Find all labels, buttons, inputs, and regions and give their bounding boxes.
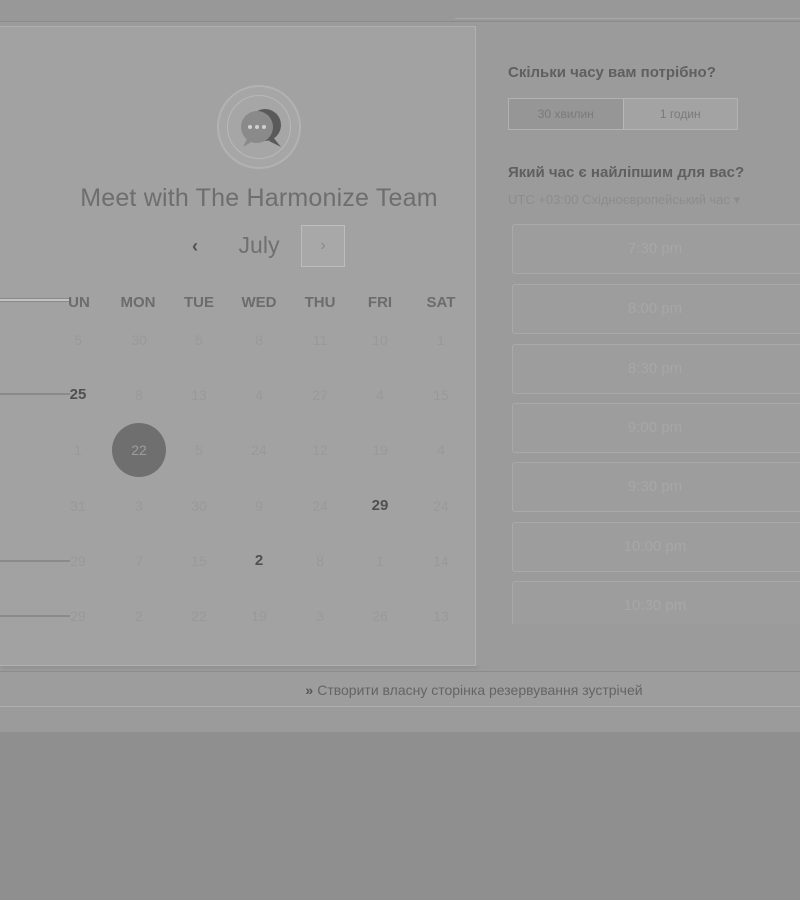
duration-option-30min[interactable]: 30 хвилин: [509, 99, 623, 129]
weekday-header: THU: [304, 294, 336, 311]
calendar-panel: Meet with The Harmonize Team ‹ July › UN…: [0, 26, 476, 666]
calendar-day[interactable]: 5: [171, 312, 227, 368]
calendar-day[interactable]: 11: [292, 312, 348, 368]
weekday-header: MON: [120, 294, 156, 311]
calendar-day[interactable]: 13: [171, 367, 227, 423]
calendar-day[interactable]: 10: [352, 312, 408, 368]
prev-month-button[interactable]: ‹: [180, 231, 210, 261]
time-slot-label: 9:30 pm: [627, 478, 683, 495]
calendar-day[interactable]: 24: [292, 478, 348, 534]
calendar-day[interactable]: 1: [352, 533, 408, 589]
calendar-day[interactable]: 3: [111, 478, 167, 534]
calendar-day[interactable]: 2: [231, 533, 287, 589]
calendar-day[interactable]: 3: [292, 588, 348, 644]
duration-option-1h[interactable]: 1 годин: [622, 99, 737, 129]
time-slot[interactable]: 9:00 pm: [512, 403, 800, 453]
calendar-day[interactable]: 14: [413, 533, 469, 589]
duration-toggle: 30 хвилин 1 годин: [508, 98, 738, 130]
calendar-day[interactable]: 25: [50, 367, 106, 423]
next-month-button[interactable]: ›: [301, 225, 345, 267]
slot-list-mask: [476, 624, 800, 666]
calendar-day[interactable]: 4: [231, 367, 287, 423]
calendar-day[interactable]: 7: [111, 533, 167, 589]
calendar-day[interactable]: 12: [292, 422, 348, 478]
weekday-header: UN: [68, 294, 90, 311]
month-label: July: [238, 232, 280, 258]
double-chevron-right-icon: »: [305, 682, 314, 698]
time-label: Який час є найліпшим для вас?: [508, 164, 745, 181]
time-slot-label: 10:00 pm: [623, 538, 687, 555]
top-divider: [455, 18, 800, 19]
top-strip: [0, 0, 800, 22]
calendar-day[interactable]: 4: [413, 422, 469, 478]
chevron-left-icon: ‹: [192, 235, 198, 256]
page-title: Meet with The Harmonize Team: [80, 184, 438, 212]
calendar-day[interactable]: 9: [231, 478, 287, 534]
calendar-day[interactable]: 30: [171, 478, 227, 534]
calendar-day[interactable]: 24: [413, 478, 469, 534]
time-slot[interactable]: 8:30 pm: [512, 344, 800, 394]
selected-day[interactable]: 22: [112, 423, 166, 477]
time-slot[interactable]: 9:30 pm: [512, 462, 800, 512]
time-slot[interactable]: 8:00 pm: [512, 284, 800, 334]
calendar-day[interactable]: 29: [352, 478, 408, 534]
calendar-day[interactable]: 15: [171, 533, 227, 589]
calendar-day[interactable]: 29: [50, 588, 106, 644]
chat-bubble-icon: [241, 109, 281, 147]
calendar-day[interactable]: 1: [50, 422, 106, 478]
calendar-day[interactable]: 29: [50, 533, 106, 589]
calendar-day[interactable]: 5: [171, 422, 227, 478]
create-booking-page-link[interactable]: » Створити власну сторінка резервування з…: [268, 678, 680, 702]
time-slot-label: 7:30 pm: [627, 240, 683, 257]
time-slot-label: 9:00 pm: [627, 419, 683, 436]
timezone-select[interactable]: UTC +03:00 Східноєвропейський час ▾: [508, 192, 740, 208]
calendar-day[interactable]: 27: [292, 367, 348, 423]
chevron-right-icon: ›: [320, 237, 326, 254]
calendar-day[interactable]: 24: [231, 422, 287, 478]
booking-panel: Скільки часу вам потрібно? 30 хвилин 1 г…: [476, 26, 800, 666]
calendar-day[interactable]: 22: [171, 588, 227, 644]
calendar-day[interactable]: 15: [413, 367, 469, 423]
calendar-day[interactable]: 8: [292, 533, 348, 589]
time-slot-label: 10:30 pm: [623, 597, 687, 614]
footer-link-label: Створити власну сторінка резервування зу…: [317, 682, 643, 698]
team-logo: [217, 85, 301, 169]
calendar-day[interactable]: 26: [352, 588, 408, 644]
calendar-day[interactable]: 1: [413, 312, 469, 368]
calendar-day[interactable]: 5: [50, 312, 106, 368]
time-slot-label: 8:00 pm: [627, 300, 683, 317]
weekday-header: SAT: [426, 294, 456, 311]
calendar-day[interactable]: 31: [50, 478, 106, 534]
weekday-header: FRI: [367, 294, 393, 311]
calendar-day[interactable]: 4: [352, 367, 408, 423]
calendar-day[interactable]: 8: [231, 312, 287, 368]
calendar-day[interactable]: 13: [413, 588, 469, 644]
calendar-day[interactable]: 19: [352, 422, 408, 478]
duration-label: Скільки часу вам потрібно?: [508, 64, 716, 81]
app-frame: Meet with The Harmonize Team ‹ July › UN…: [0, 0, 800, 732]
time-slot[interactable]: 10:00 pm: [512, 522, 800, 572]
calendar-day[interactable]: 19: [231, 588, 287, 644]
weekday-header: TUE: [184, 294, 214, 311]
weekday-header: WED: [241, 294, 277, 311]
time-slot[interactable]: 7:30 pm: [512, 224, 800, 274]
calendar-day[interactable]: 30: [111, 312, 167, 368]
calendar-day[interactable]: 8: [111, 367, 167, 423]
calendar-day[interactable]: 2: [111, 588, 167, 644]
time-slot-label: 8:30 pm: [627, 360, 683, 377]
